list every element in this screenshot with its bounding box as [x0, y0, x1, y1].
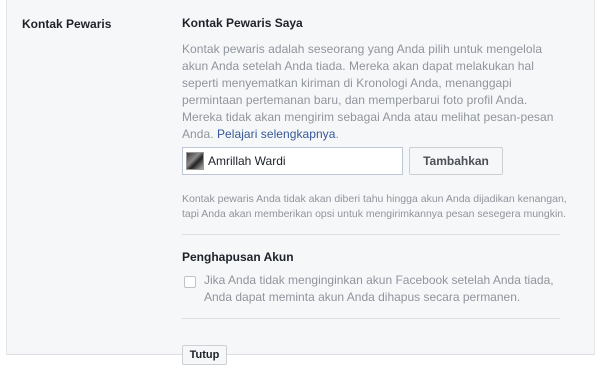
account-deletion-heading: Penghapusan Akun	[182, 250, 294, 264]
section-content: Kontak Pewaris Saya Kontak pewaris adala…	[182, 16, 567, 365]
settings-panel: Kontak Pewaris Kontak Pewaris Saya Konta…	[6, 0, 595, 365]
section-label: Kontak Pewaris	[22, 17, 112, 31]
legacy-contact-input[interactable]: Amrillah Wardi	[182, 147, 403, 175]
close-button[interactable]: Tutup	[182, 345, 227, 365]
add-button[interactable]: Tambahkan	[409, 147, 503, 175]
divider	[182, 318, 560, 319]
learn-more-suffix: .	[335, 127, 339, 141]
legacy-contact-name: Amrillah Wardi	[208, 154, 286, 168]
legacy-contact-input-row: Amrillah Wardi Tambahkan	[182, 147, 503, 175]
avatar	[186, 152, 204, 170]
delete-account-label: Jika Anda tidak menginginkan akun Facebo…	[204, 273, 554, 304]
account-deletion-option: Jika Anda tidak menginginkan akun Facebo…	[184, 272, 564, 306]
delete-account-checkbox[interactable]	[184, 276, 196, 288]
legacy-contact-note: Kontak pewaris Anda tidak akan diberi ta…	[182, 193, 567, 220]
legacy-contact-description: Kontak pewaris adalah seseorang yang And…	[182, 41, 562, 143]
legacy-contact-heading: Kontak Pewaris Saya	[182, 16, 303, 30]
learn-more-link[interactable]: Pelajari selengkapnya	[217, 127, 335, 141]
divider	[182, 234, 560, 235]
